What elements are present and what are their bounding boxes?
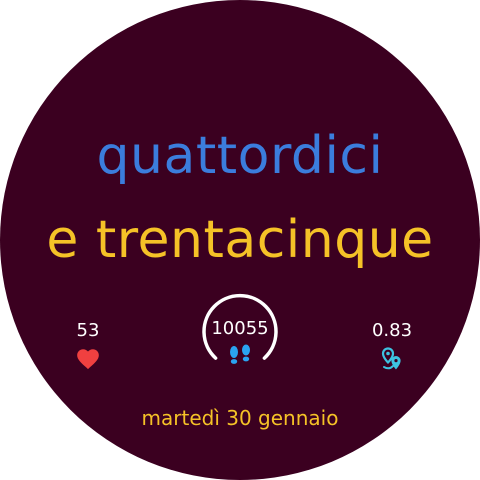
hours-text: quattordici [96, 126, 384, 186]
heart-rate-value: 53 [76, 320, 100, 341]
watch-face: quattordici e trentacinque 53 10055 0.83… [0, 0, 480, 480]
map-pin-icon [381, 347, 401, 370]
steps-complication[interactable]: 10055 [200, 290, 280, 370]
heart-rate-complication[interactable]: 53 [58, 318, 118, 372]
footsteps-icon [230, 344, 250, 364]
distance-value: 0.83 [371, 320, 413, 341]
steps-value: 10055 [211, 318, 269, 339]
heart-icon [77, 349, 99, 370]
date-text: martedì 30 gennaio [141, 406, 339, 430]
distance-complication[interactable]: 0.83 [352, 318, 432, 372]
minutes-text: e trentacinque [46, 210, 434, 270]
